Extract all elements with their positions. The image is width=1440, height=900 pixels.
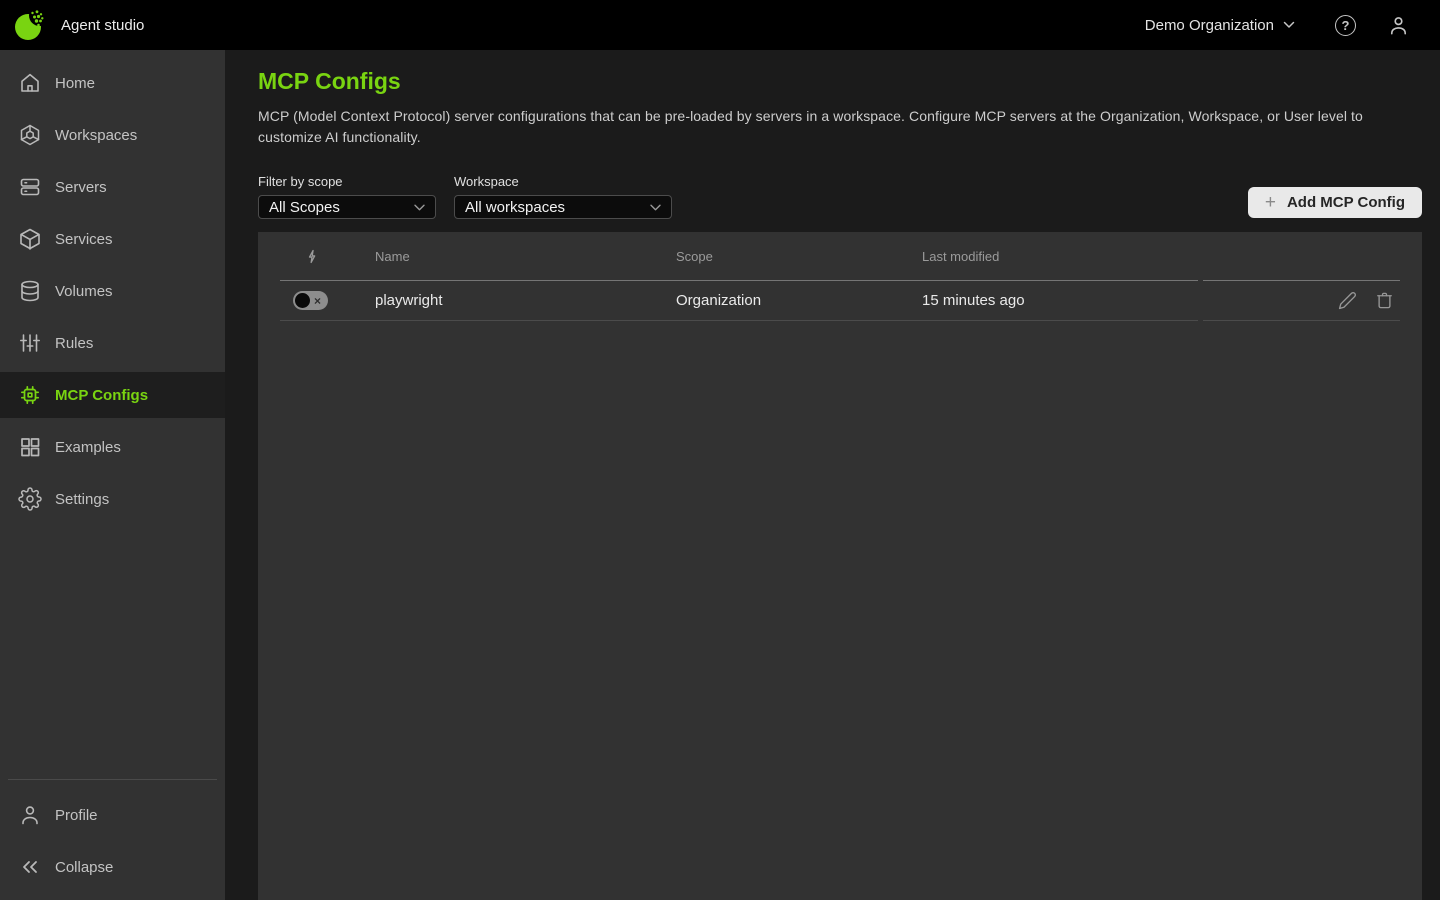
workspace-filter-group: Workspace All workspaces xyxy=(454,174,672,219)
sidebar-footer: Profile Collapse xyxy=(0,779,225,900)
page-title: MCP Configs xyxy=(258,68,1422,95)
scope-filter-select[interactable]: All Scopes xyxy=(258,195,436,219)
scope-filter-label: Filter by scope xyxy=(258,174,436,189)
user-account-icon[interactable] xyxy=(1387,14,1410,37)
sidebar-divider xyxy=(8,779,217,780)
sidebar-item-label: Servers xyxy=(55,179,107,196)
chevron-down-icon xyxy=(1283,21,1295,29)
profile-icon xyxy=(18,803,42,827)
chevron-down-icon xyxy=(414,204,425,211)
sidebar-item-mcp-configs[interactable]: MCP Configs xyxy=(0,372,225,418)
sidebar-item-examples[interactable]: Examples xyxy=(0,424,225,470)
sidebar-item-label: Rules xyxy=(55,335,93,352)
sidebar-item-label: Volumes xyxy=(55,283,113,300)
lightning-icon xyxy=(306,249,319,264)
workspace-filter-select[interactable]: All workspaces xyxy=(454,195,672,219)
chip-icon xyxy=(18,383,42,407)
home-icon xyxy=(18,71,42,95)
mcp-configs-table: Name Scope Last modified × playwright Or… xyxy=(258,232,1422,900)
enabled-toggle[interactable]: × xyxy=(293,291,328,310)
services-icon xyxy=(18,227,42,251)
workspaces-icon xyxy=(18,123,42,147)
help-icon[interactable]: ? xyxy=(1335,15,1356,36)
sidebar-item-rules[interactable]: Rules xyxy=(0,320,225,366)
delete-icon[interactable] xyxy=(1375,291,1394,310)
org-selector-label: Demo Organization xyxy=(1145,17,1274,34)
collapse-icon xyxy=(18,855,42,879)
workspace-filter-label: Workspace xyxy=(454,174,672,189)
name-column-header: Name xyxy=(375,232,676,281)
enabled-column-header xyxy=(280,232,375,281)
add-mcp-config-button[interactable]: + Add MCP Config xyxy=(1248,187,1422,218)
scope-filter-value: All Scopes xyxy=(269,199,340,216)
gear-icon xyxy=(18,487,42,511)
chevron-down-icon xyxy=(650,204,661,211)
plus-icon: + xyxy=(1265,193,1276,212)
edit-icon[interactable] xyxy=(1338,291,1357,310)
rules-icon xyxy=(18,331,42,355)
last-modified-cell: 15 minutes ago xyxy=(922,281,1198,321)
toggle-off-icon: × xyxy=(314,295,321,307)
filters-row: Filter by scope All Scopes Workspace All… xyxy=(258,174,1422,219)
workspace-filter-value: All workspaces xyxy=(465,199,565,216)
sidebar-item-collapse[interactable]: Collapse xyxy=(0,844,225,890)
sidebar-item-servers[interactable]: Servers xyxy=(0,164,225,210)
sidebar-item-label: MCP Configs xyxy=(55,387,148,404)
sidebar: Home Workspaces Servers xyxy=(0,50,225,900)
sidebar-item-label: Profile xyxy=(55,807,98,824)
sidebar-item-label: Workspaces xyxy=(55,127,137,144)
topbar: Agent studio Demo Organization ? xyxy=(0,0,1440,50)
toggle-knob xyxy=(295,293,310,308)
actions-column-header xyxy=(1203,232,1400,281)
table-header-row: Name Scope Last modified xyxy=(280,232,1400,281)
scope-filter-group: Filter by scope All Scopes xyxy=(258,174,436,219)
actions-cell xyxy=(1203,281,1400,321)
scope-cell: Organization xyxy=(676,281,922,321)
sidebar-item-label: Collapse xyxy=(55,859,113,876)
app-logo-icon xyxy=(14,8,46,42)
sidebar-item-volumes[interactable]: Volumes xyxy=(0,268,225,314)
sidebar-item-label: Home xyxy=(55,75,95,92)
last-modified-column-header: Last modified xyxy=(922,232,1198,281)
sidebar-item-settings[interactable]: Settings xyxy=(0,476,225,522)
help-glyph: ? xyxy=(1342,18,1350,33)
main-content: MCP Configs MCP (Model Context Protocol)… xyxy=(225,50,1440,900)
sidebar-item-profile[interactable]: Profile xyxy=(0,792,225,838)
table-row: × playwright Organization 15 minutes ago xyxy=(280,281,1400,321)
scope-column-header: Scope xyxy=(676,232,922,281)
enabled-cell: × xyxy=(280,281,375,321)
sidebar-item-workspaces[interactable]: Workspaces xyxy=(0,112,225,158)
sidebar-item-label: Settings xyxy=(55,491,109,508)
sidebar-item-services[interactable]: Services xyxy=(0,216,225,262)
sidebar-item-home[interactable]: Home xyxy=(0,60,225,106)
page-description: MCP (Model Context Protocol) server conf… xyxy=(258,106,1408,148)
servers-icon xyxy=(18,175,42,199)
sidebar-item-label: Services xyxy=(55,231,113,248)
name-cell: playwright xyxy=(375,281,676,321)
add-mcp-config-label: Add MCP Config xyxy=(1287,194,1405,211)
app-title: Agent studio xyxy=(61,17,144,34)
volumes-icon xyxy=(18,279,42,303)
org-selector[interactable]: Demo Organization xyxy=(1145,17,1295,34)
grid-icon xyxy=(18,435,42,459)
sidebar-item-label: Examples xyxy=(55,439,121,456)
